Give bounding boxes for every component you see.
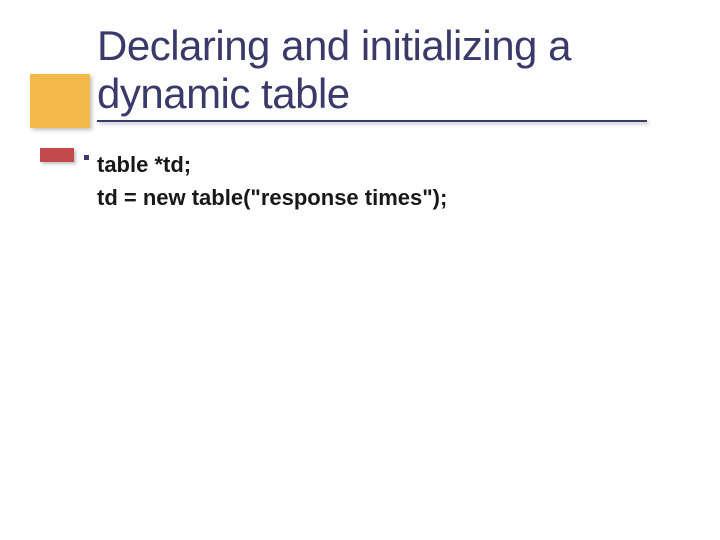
- code-line-2: td = new table("response times");: [97, 181, 690, 214]
- content-block: table *td; td = new table("response time…: [97, 148, 690, 214]
- bullet-icon: [84, 155, 89, 160]
- accent-square: [30, 74, 90, 128]
- slide-title: Declaring and initializing a dynamic tab…: [97, 22, 690, 119]
- accent-line: [40, 148, 74, 162]
- title-block: Declaring and initializing a dynamic tab…: [97, 22, 690, 119]
- title-underline: [97, 120, 647, 122]
- code-line-1: table *td;: [97, 148, 690, 181]
